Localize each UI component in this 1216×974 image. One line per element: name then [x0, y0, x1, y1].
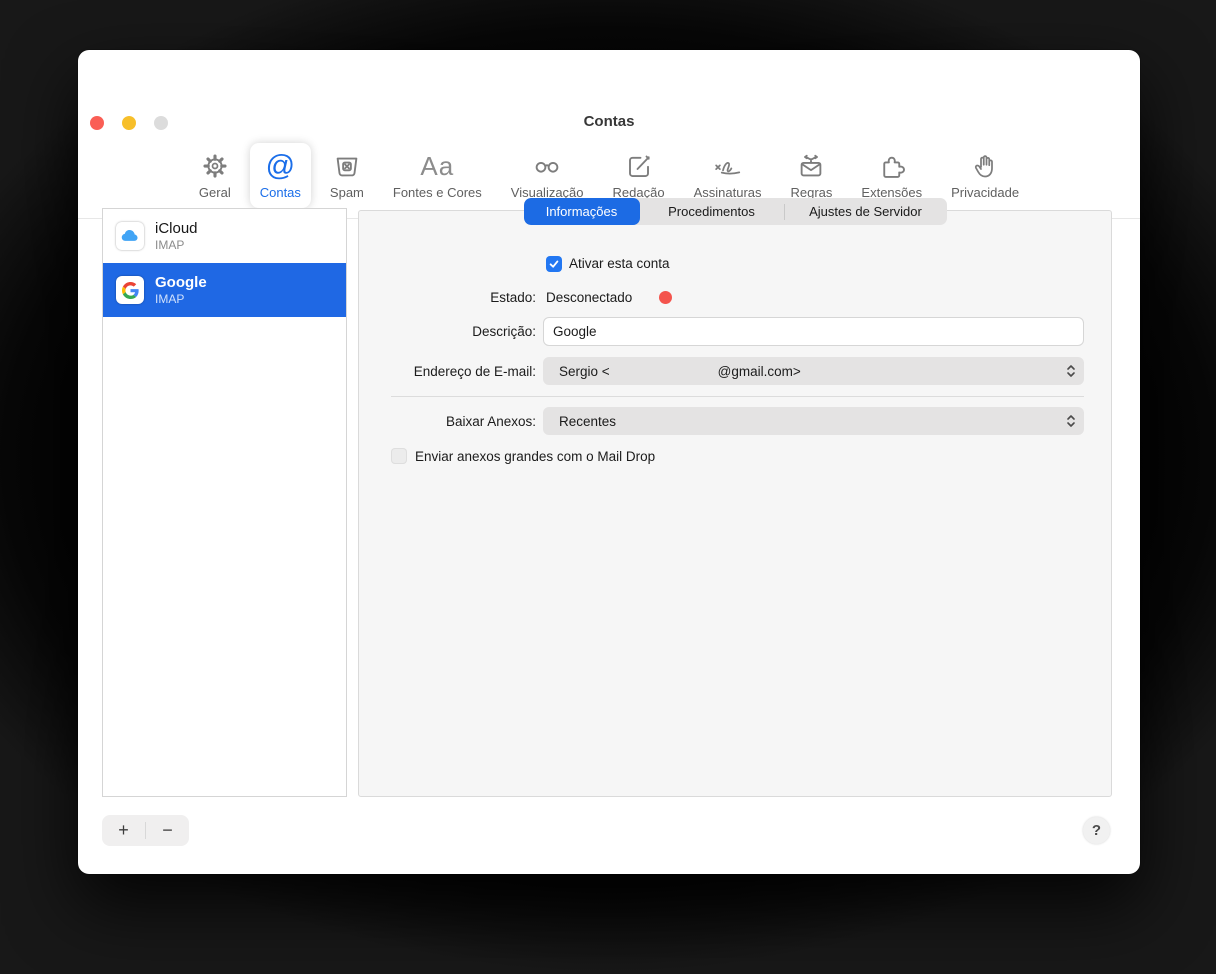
enable-account-checkbox[interactable]: [546, 256, 562, 272]
account-name: iCloud: [155, 220, 198, 237]
attachments-value: Recentes: [559, 413, 617, 429]
at-icon: @: [265, 150, 296, 182]
help-button[interactable]: ?: [1083, 817, 1110, 844]
account-text: iCloud IMAP: [155, 220, 198, 252]
signature-icon: [711, 150, 745, 182]
tabbar-wrap: Informações Procedimentos Ajustes de Ser…: [358, 198, 1112, 225]
tab-informacoes[interactable]: Informações: [523, 198, 640, 225]
email-label: Endereço de E-mail:: [413, 364, 536, 379]
toolbar-item-geral[interactable]: Geral: [189, 143, 241, 208]
popup-chevrons-icon: [1065, 413, 1077, 432]
gear-icon: [200, 150, 230, 182]
account-text: Google IMAP: [155, 274, 207, 306]
hand-icon: [970, 150, 1000, 182]
enable-account-label: Ativar esta conta: [569, 256, 670, 271]
description-label: Descrição:: [472, 324, 536, 339]
email-value-suffix: @gmail.com>: [717, 363, 801, 379]
description-input[interactable]: [543, 317, 1084, 346]
add-account-button[interactable]: +: [102, 816, 145, 845]
status-value: Desconectado: [546, 290, 633, 305]
account-list: iCloud IMAP Google IMAP: [102, 208, 347, 797]
email-address-popup[interactable]: Sergio < @gmail.com>: [543, 357, 1084, 385]
icloud-icon: [116, 222, 144, 250]
puzzle-icon: [877, 150, 907, 182]
rules-envelope-icon: [796, 150, 826, 182]
attachments-label: Baixar Anexos:: [445, 414, 536, 429]
compose-icon: [624, 150, 654, 182]
account-tabs: Informações Procedimentos Ajustes de Ser…: [523, 198, 947, 225]
toolbar-label: Contas: [259, 185, 301, 200]
account-name: Google: [155, 274, 207, 291]
toolbar-label: Geral: [198, 185, 231, 200]
window-title: Contas: [583, 113, 635, 130]
email-value-prefix: Sergio <: [559, 363, 610, 379]
mail-preferences-window: Contas Geral @ Contas Spam Aa Fontes e C…: [78, 50, 1140, 874]
checkmark-icon: [549, 260, 559, 268]
remove-account-button[interactable]: −: [146, 816, 189, 845]
maildrop-checkbox[interactable]: [391, 448, 407, 464]
popup-chevrons-icon: [1065, 363, 1077, 382]
download-attachments-popup[interactable]: Recentes: [543, 407, 1084, 435]
toolbar-item-contas[interactable]: @ Contas: [249, 143, 311, 208]
account-protocol: IMAP: [155, 238, 185, 252]
junk-basket-icon: [332, 150, 362, 182]
account-row-icloud[interactable]: iCloud IMAP: [103, 209, 346, 263]
add-remove-control: + −: [102, 815, 189, 846]
account-protocol: IMAP: [155, 292, 185, 306]
form-divider: [391, 396, 1084, 397]
google-icon: [116, 276, 144, 304]
tab-procedimentos[interactable]: Procedimentos: [640, 198, 784, 225]
desktop-shadow-background: Contas Geral @ Contas Spam Aa Fontes e C…: [0, 0, 1216, 974]
fonts-aa-icon: Aa: [420, 151, 455, 181]
account-row-google[interactable]: Google IMAP: [103, 263, 346, 317]
offline-status-dot: [659, 291, 672, 304]
maildrop-label: Enviar anexos grandes com o Mail Drop: [415, 449, 656, 464]
tab-ajustes-de-servidor[interactable]: Ajustes de Servidor: [785, 198, 947, 225]
glasses-icon: [531, 150, 563, 182]
account-settings-panel: Ativar esta conta Estado: Desconectado D…: [358, 210, 1112, 797]
status-label: Estado:: [490, 290, 536, 305]
